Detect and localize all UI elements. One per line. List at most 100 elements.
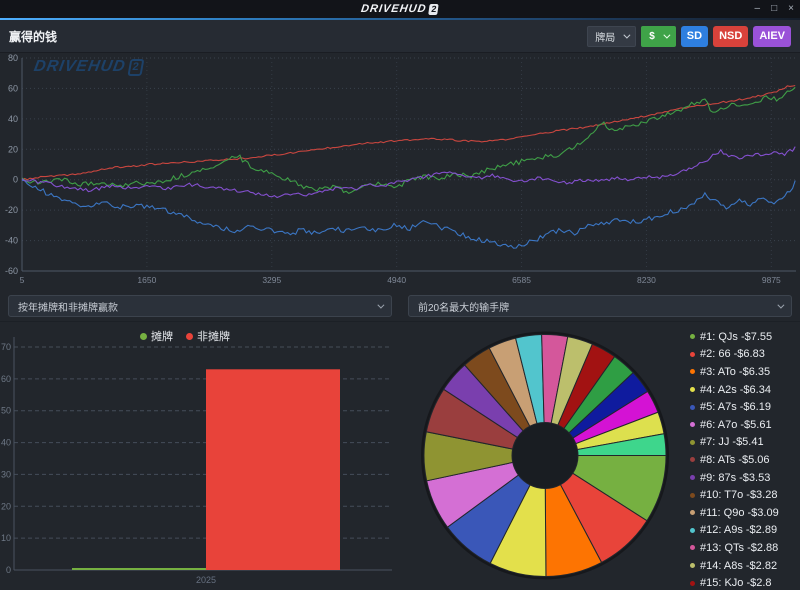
- top-losing-hands-dropdown-value: 前20名最大的输手牌: [418, 299, 509, 314]
- showdown-report-dropdown[interactable]: 按年摊牌和非摊牌赢款: [8, 295, 392, 317]
- legend-dot: [690, 387, 695, 392]
- maximize-icon[interactable]: □: [771, 4, 777, 14]
- pie-legend-item: #4: A2s -$6.34: [690, 381, 779, 399]
- legend-dot: [690, 528, 695, 533]
- legend-label: #8: ATs -$5.06: [700, 454, 770, 466]
- legend-dot: [690, 545, 695, 550]
- legend-label: #2: 66 -$6.83: [700, 348, 765, 360]
- losing-hands-pie-panel: #1: QJs -$7.55 #2: 66 -$6.83 #3: ATo -$6.3…: [400, 322, 800, 590]
- svg-text:3295: 3295: [262, 275, 281, 285]
- legend-showdown: 摊牌: [140, 328, 173, 344]
- legend-label: #10: T7o -$3.28: [700, 489, 777, 501]
- svg-text:1650: 1650: [137, 275, 156, 285]
- currency-select-value: $: [649, 31, 655, 42]
- pie-legend-item: #10: T7o -$3.28: [690, 486, 779, 504]
- window-controls: – □ ×: [755, 0, 794, 18]
- game-type-select-value: 牌局: [595, 29, 615, 44]
- title-bar: DRIVEHUD 2 – □ ×: [0, 0, 800, 18]
- page-title: 赢得的钱: [9, 28, 57, 45]
- pie-legend-item: #3: ATo -$6.35: [690, 363, 779, 381]
- legend-dot: [690, 334, 695, 339]
- legend-label: #12: A9s -$2.89: [700, 524, 777, 536]
- legend-dot: [690, 457, 695, 462]
- pie-legend-item: #14: A8s -$2.82: [690, 557, 779, 575]
- svg-text:60: 60: [1, 374, 11, 384]
- legend-dot: [690, 510, 695, 515]
- pie-legend-item: #11: Q9o -$3.09: [690, 504, 779, 522]
- logo-text: DRIVEHUD: [360, 3, 427, 15]
- filter-row: 按年摊牌和非摊牌赢款 前20名最大的输手牌: [0, 291, 800, 322]
- legend-dot: [690, 475, 695, 480]
- svg-text:2025: 2025: [196, 575, 216, 585]
- legend-dot: [690, 405, 695, 410]
- legend-label: #14: A8s -$2.82: [700, 560, 777, 572]
- non-showdown-legend-label: 非摊牌: [197, 328, 230, 344]
- pie-legend-item: #9: 87s -$3.53: [690, 469, 779, 487]
- svg-text:40: 40: [8, 114, 18, 124]
- svg-text:20: 20: [8, 144, 18, 154]
- svg-text:8230: 8230: [637, 275, 656, 285]
- top-losing-hands-dropdown[interactable]: 前20名最大的输手牌: [408, 295, 792, 317]
- pie-legend-item: #8: ATs -$5.06: [690, 451, 779, 469]
- legend-label: #9: 87s -$3.53: [700, 472, 770, 484]
- svg-text:50: 50: [1, 406, 11, 416]
- close-icon[interactable]: ×: [788, 4, 794, 14]
- minimize-icon[interactable]: –: [755, 4, 761, 14]
- report-toolbar: 赢得的钱 牌局 $ SD NSD AIEV: [0, 20, 800, 53]
- legend-dot: [690, 352, 695, 357]
- pie-legend-item: #5: A7s -$6.19: [690, 398, 779, 416]
- legend-label: #4: A2s -$6.34: [700, 384, 771, 396]
- legend-label: #7: JJ -$5.41: [700, 436, 764, 448]
- svg-text:20: 20: [1, 501, 11, 511]
- legend-label: #13: QTs -$2.88: [700, 542, 778, 554]
- svg-text:60: 60: [8, 83, 18, 93]
- non-showdown-legend-dot: [186, 333, 193, 340]
- chevron-down-icon: [777, 301, 784, 308]
- showdown-bar-chart-panel: 0102030405060702025 摊牌 非摊牌: [0, 322, 400, 590]
- svg-text:10: 10: [1, 533, 11, 543]
- pie-legend-item: #7: JJ -$5.41: [690, 434, 779, 452]
- winnings-line-chart-panel: 5165032954940658582309875-60-40-20020406…: [0, 53, 800, 291]
- svg-text:9875: 9875: [762, 275, 781, 285]
- pie-legend-item: #15: KJo -$2.8: [690, 574, 779, 590]
- legend-label: #6: A7o -$5.61: [700, 419, 772, 431]
- svg-text:40: 40: [1, 438, 11, 448]
- app-logo: DRIVEHUD 2: [360, 3, 439, 15]
- sd-toggle-button[interactable]: SD: [681, 26, 708, 47]
- chevron-down-icon: [663, 31, 670, 38]
- legend-label: #3: ATo -$6.35: [700, 366, 770, 378]
- svg-text:4940: 4940: [387, 275, 406, 285]
- legend-dot: [690, 440, 695, 445]
- pie-legend-item: #2: 66 -$6.83: [690, 346, 779, 364]
- svg-text:-60: -60: [5, 266, 18, 276]
- legend-dot: [690, 369, 695, 374]
- chevron-down-icon: [377, 301, 384, 308]
- game-type-select[interactable]: 牌局: [587, 26, 636, 47]
- bar-chart-legend: 摊牌 非摊牌: [0, 328, 370, 344]
- showdown-bar-chart: 0102030405060702025: [0, 322, 400, 590]
- svg-text:5: 5: [20, 275, 25, 285]
- svg-text:0: 0: [13, 175, 18, 185]
- legend-dot: [690, 422, 695, 427]
- app-window: DRIVEHUD 2 – □ × 赢得的钱 牌局 $ SD NSD AIEV 5…: [0, 0, 800, 590]
- chevron-down-icon: [624, 31, 631, 38]
- svg-text:-40: -40: [5, 236, 18, 246]
- legend-label: #1: QJs -$7.55: [700, 331, 772, 343]
- pie-chart-legend: #1: QJs -$7.55 #2: 66 -$6.83 #3: ATo -$6.3…: [690, 328, 779, 590]
- legend-dot: [690, 581, 695, 586]
- showdown-legend-label: 摊牌: [151, 328, 173, 344]
- currency-select[interactable]: $: [641, 26, 676, 47]
- legend-dot: [690, 493, 695, 498]
- legend-label: #15: KJo -$2.8: [700, 577, 772, 589]
- legend-non-showdown: 非摊牌: [186, 328, 230, 344]
- pie-legend-item: #1: QJs -$7.55: [690, 328, 779, 346]
- pie-legend-item: #13: QTs -$2.88: [690, 539, 779, 557]
- aiev-toggle-button[interactable]: AIEV: [753, 26, 791, 47]
- svg-text:30: 30: [1, 469, 11, 479]
- svg-text:0: 0: [6, 565, 11, 575]
- nsd-toggle-button[interactable]: NSD: [713, 26, 748, 47]
- showdown-legend-dot: [140, 333, 147, 340]
- svg-text:-20: -20: [5, 205, 18, 215]
- logo-version-badge: 2: [429, 4, 440, 15]
- legend-label: #5: A7s -$6.19: [700, 401, 771, 413]
